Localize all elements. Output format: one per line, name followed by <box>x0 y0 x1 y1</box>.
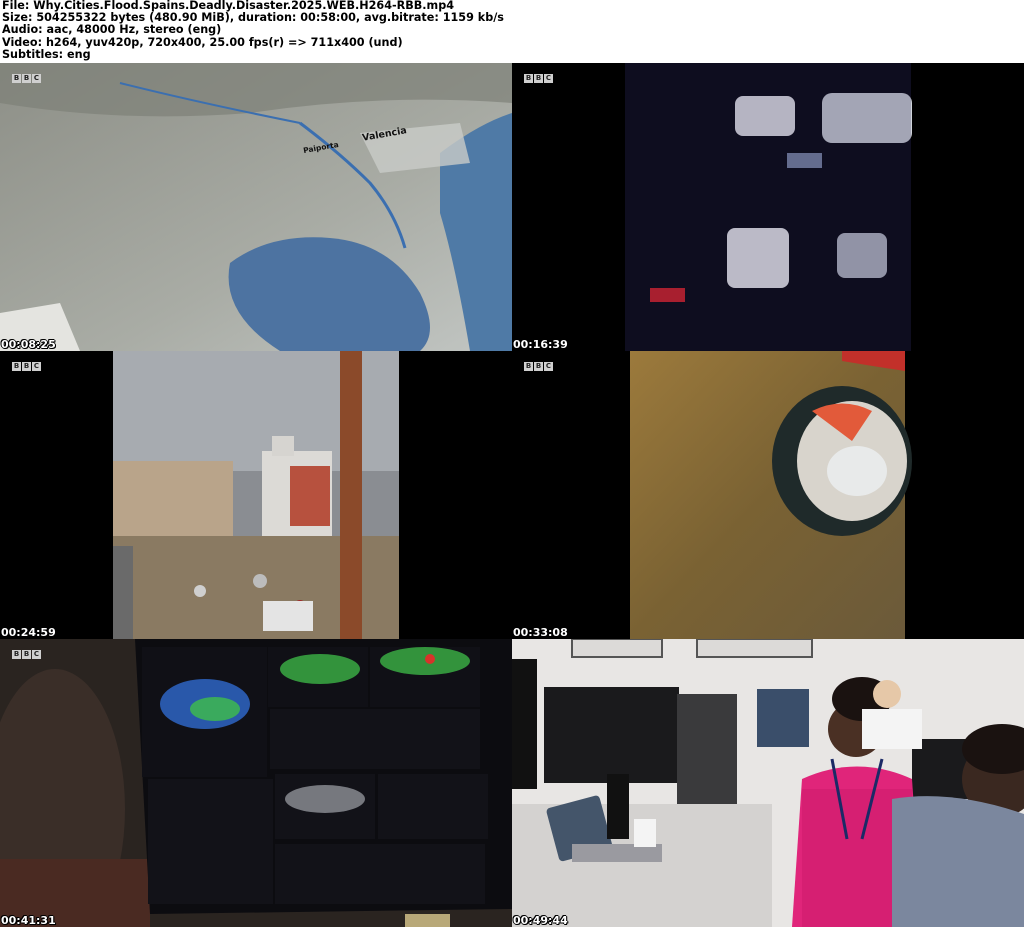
video-info-line: Video: h264, yuv420p, 720x400, 25.00 fps… <box>2 35 403 49</box>
thumbnail-5: BBC 00:41:31 <box>0 639 512 927</box>
map-frame <box>0 63 512 351</box>
timestamp: 00:49:44 <box>513 914 568 927</box>
subtitles-info-line: Subtitles: eng <box>2 47 91 61</box>
flooded-street-frame <box>0 351 512 639</box>
timestamp: 00:41:31 <box>1 914 56 927</box>
thumbnail-2: BBC 00:16:39 <box>512 63 1024 351</box>
thumbnail-1: Valencia Paiporta BBC 00:08:25 <box>0 63 512 351</box>
bbc-logo: BBC <box>524 74 553 83</box>
thumbnail-4: BBC 00:33:08 <box>512 351 1024 639</box>
thumbnail-6: 00:49:44 <box>512 639 1024 927</box>
bbc-logo: BBC <box>524 362 553 371</box>
timestamp: 00:08:25 <box>1 338 56 351</box>
timestamp: 00:24:59 <box>1 626 56 639</box>
radar-monitor-frame <box>0 639 512 927</box>
timestamp: 00:16:39 <box>513 338 568 351</box>
audio-info-line: Audio: aac, 48000 Hz, stereo (eng) <box>2 23 222 37</box>
timestamp: 00:33:08 <box>513 626 568 639</box>
bbc-logo: BBC <box>12 362 41 371</box>
night-street-frame <box>512 63 1024 351</box>
office-frame <box>512 639 1024 927</box>
thumbnail-3: BBC 00:24:59 <box>0 351 512 639</box>
file-info-header: File: Why.Cities.Flood.Spains.Deadly.Dis… <box>0 0 1024 63</box>
bbc-logo: BBC <box>12 74 41 83</box>
bbc-logo: BBC <box>12 650 41 659</box>
closeup-frame <box>512 351 1024 639</box>
